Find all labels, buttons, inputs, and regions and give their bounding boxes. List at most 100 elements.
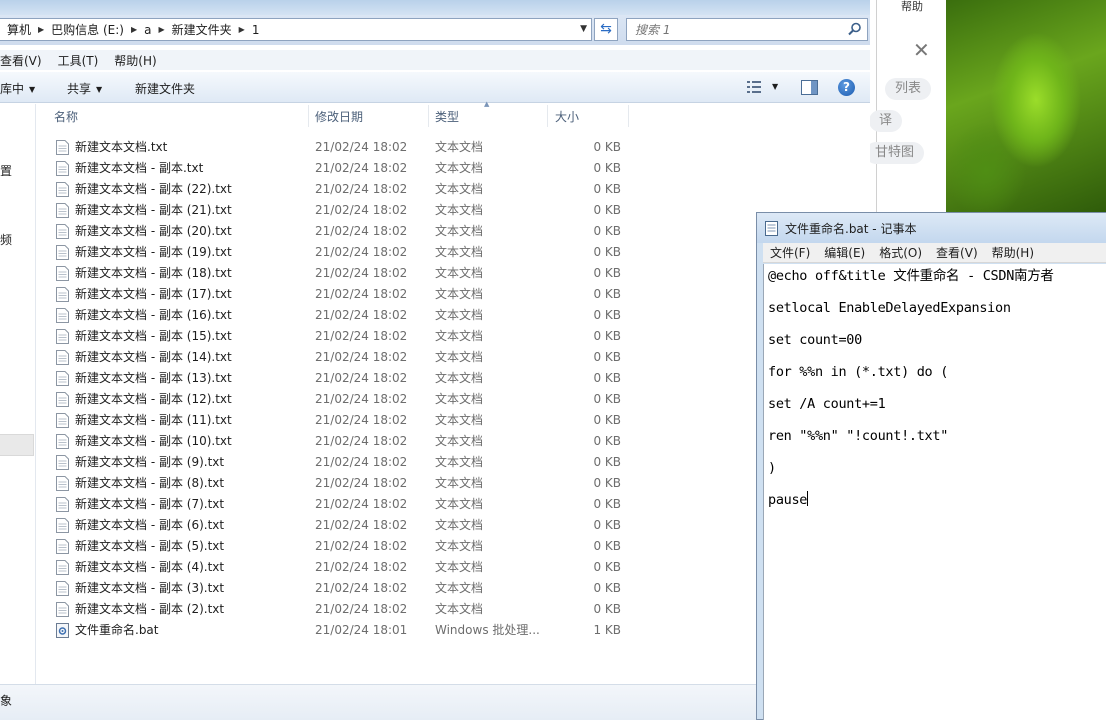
- file-row[interactable]: 新建文本文档 - 副本 (4).txt 21/02/24 18:02 文本文档 0 K…: [54, 557, 654, 578]
- np-menu-format[interactable]: 格式(O): [872, 244, 929, 261]
- np-menu-help[interactable]: 帮助(H): [985, 244, 1041, 261]
- file-type: 文本文档: [435, 287, 484, 301]
- file-row[interactable]: 文件重命名.bat 21/02/24 18:01 Windows 批处理... 1 K…: [54, 620, 654, 641]
- refresh-button[interactable]: ⇆: [594, 18, 618, 41]
- file-date: 21/02/24 18:02: [315, 350, 408, 364]
- file-type: 文本文档: [435, 245, 484, 259]
- menu-tools[interactable]: 工具(T): [50, 52, 107, 69]
- breadcrumb-arrow-icon[interactable]: ▶: [237, 25, 247, 34]
- file-row[interactable]: 新建文本文档 - 副本 (6).txt 21/02/24 18:02 文本文档 0 K…: [54, 515, 654, 536]
- file-row[interactable]: 新建文本文档 - 副本 (17).txt 21/02/24 18:02 文本文档 0 …: [54, 284, 654, 305]
- file-size: 0 KB: [593, 245, 621, 259]
- view-options-icon[interactable]: [747, 80, 763, 94]
- breadcrumb-computer[interactable]: 算机: [2, 21, 36, 38]
- background-help-menu[interactable]: 帮助: [901, 0, 923, 14]
- np-menu-edit[interactable]: 编辑(E): [817, 244, 872, 261]
- file-row[interactable]: 新建文本文档 - 副本 (15).txt 21/02/24 18:02 文本文档 0 …: [54, 326, 654, 347]
- column-header-name[interactable]: 名称: [54, 104, 78, 130]
- file-date: 21/02/24 18:02: [315, 224, 408, 238]
- breadcrumb-folder-a[interactable]: a: [139, 23, 156, 37]
- file-row[interactable]: 新建文本文档 - 副本 (20).txt 21/02/24 18:02 文本文档 0 …: [54, 221, 654, 242]
- file-row[interactable]: 新建文本文档 - 副本 (7).txt 21/02/24 18:02 文本文档 0 K…: [54, 494, 654, 515]
- search-icon[interactable]: [848, 22, 862, 36]
- address-bar[interactable]: 算机 ▶ 巴购信息 (E:) ▶ a ▶ 新建文件夹 ▶ 1 ▼: [0, 18, 592, 41]
- breadcrumb-arrow-icon[interactable]: ▶: [36, 25, 46, 34]
- file-row[interactable]: 新建文本文档 - 副本 (10).txt 21/02/24 18:02 文本文档 0 …: [54, 431, 654, 452]
- text-file-icon: [56, 182, 69, 197]
- code-line-text: set count=00: [768, 332, 862, 348]
- text-file-icon: [56, 560, 69, 575]
- file-row[interactable]: 新建文本文档 - 副本 (22).txt 21/02/24 18:02 文本文档 0 …: [54, 179, 654, 200]
- file-name: 新建文本文档 - 副本 (8).txt: [75, 476, 225, 490]
- file-name: 新建文本文档 - 副本 (16).txt: [75, 308, 232, 322]
- file-row[interactable]: 新建文本文档 - 副本 (19).txt 21/02/24 18:02 文本文档 0 …: [54, 242, 654, 263]
- text-file-icon: [56, 434, 69, 449]
- include-in-library-button[interactable]: 库中 ▼: [0, 80, 35, 97]
- file-name: 新建文本文档 - 副本 (10).txt: [75, 434, 232, 448]
- code-line: setlocal EnableDelayedExpansion: [768, 297, 1106, 329]
- code-line: for %%n in (*.txt) do (: [768, 361, 1106, 393]
- code-line-text: ): [768, 460, 776, 476]
- breadcrumb-drive[interactable]: 巴购信息 (E:): [46, 21, 129, 38]
- code-line-text: for %%n in (*.txt) do (: [768, 364, 949, 380]
- gantt-chart-button[interactable]: 甘特图: [865, 142, 925, 164]
- file-row[interactable]: 新建文本文档 - 副本 (12).txt 21/02/24 18:02 文本文档 0 …: [54, 389, 654, 410]
- file-row[interactable]: 新建文本文档 - 副本 (13).txt 21/02/24 18:02 文本文档 0 …: [54, 368, 654, 389]
- nav-item-fragment[interactable]: 频: [0, 231, 12, 248]
- breadcrumb-arrow-icon[interactable]: ▶: [129, 25, 139, 34]
- file-type: 文本文档: [435, 413, 484, 427]
- breadcrumb-new-folder[interactable]: 新建文件夹: [167, 21, 237, 38]
- file-type: 文本文档: [435, 371, 484, 385]
- file-row[interactable]: 新建文本文档 - 副本 (2).txt 21/02/24 18:02 文本文档 0 K…: [54, 599, 654, 620]
- column-header-size[interactable]: 大小: [555, 104, 579, 130]
- help-icon[interactable]: ?: [838, 79, 855, 96]
- close-icon[interactable]: ✕: [913, 38, 930, 62]
- file-row[interactable]: 新建文本文档 - 副本.txt 21/02/24 18:02 文本文档 0 KB: [54, 158, 654, 179]
- file-row[interactable]: 新建文本文档 - 副本 (3).txt 21/02/24 18:02 文本文档 0 K…: [54, 578, 654, 599]
- file-name: 新建文本文档 - 副本 (19).txt: [75, 245, 232, 259]
- file-row[interactable]: 新建文本文档 - 副本 (5).txt 21/02/24 18:02 文本文档 0 K…: [54, 536, 654, 557]
- column-header-type[interactable]: 类型: [435, 104, 459, 130]
- file-row[interactable]: 新建文本文档 - 副本 (21).txt 21/02/24 18:02 文本文档 0 …: [54, 200, 654, 221]
- menu-view[interactable]: 查看(V): [0, 52, 50, 69]
- np-menu-view[interactable]: 查看(V): [929, 244, 985, 261]
- new-folder-button[interactable]: 新建文件夹: [135, 80, 195, 97]
- share-button[interactable]: 共享 ▼: [67, 80, 102, 97]
- menu-help[interactable]: 帮助(H): [106, 52, 164, 69]
- nav-selected-item[interactable]: [0, 434, 34, 456]
- file-date: 21/02/24 18:02: [315, 581, 408, 595]
- column-divider[interactable]: [308, 105, 309, 127]
- column-divider[interactable]: [547, 105, 548, 127]
- view-dropdown-icon[interactable]: ▼: [772, 82, 778, 91]
- search-input[interactable]: [635, 21, 835, 38]
- preview-pane-icon[interactable]: [801, 80, 818, 95]
- file-type: 文本文档: [435, 308, 484, 322]
- search-box[interactable]: [626, 18, 868, 41]
- file-date: 21/02/24 18:02: [315, 602, 408, 616]
- address-dropdown-icon[interactable]: ▼: [580, 24, 587, 34]
- list-view-button[interactable]: 列表: [885, 78, 932, 100]
- file-row[interactable]: 新建文本文档.txt 21/02/24 18:02 文本文档 0 KB: [54, 137, 654, 158]
- np-menu-file[interactable]: 文件(F): [763, 244, 817, 261]
- file-size: 0 KB: [593, 182, 621, 196]
- navigation-pane: 置 频: [0, 104, 36, 684]
- column-divider[interactable]: [628, 105, 629, 127]
- breadcrumb-arrow-icon[interactable]: ▶: [157, 25, 167, 34]
- translate-button[interactable]: 译: [869, 110, 903, 132]
- desktop-wallpaper: [946, 0, 1106, 212]
- code-line: set count=00: [768, 329, 1106, 361]
- notepad-titlebar[interactable]: 文件重命名.bat - 记事本: [757, 213, 1106, 243]
- text-file-icon: [56, 308, 69, 323]
- file-row[interactable]: 新建文本文档 - 副本 (18).txt 21/02/24 18:02 文本文档 0 …: [54, 263, 654, 284]
- breadcrumb-folder-1[interactable]: 1: [247, 23, 265, 37]
- column-divider[interactable]: [428, 105, 429, 127]
- file-row[interactable]: 新建文本文档 - 副本 (16).txt 21/02/24 18:02 文本文档 0 …: [54, 305, 654, 326]
- nav-item-fragment[interactable]: 置: [0, 162, 12, 179]
- file-row[interactable]: 新建文本文档 - 副本 (9).txt 21/02/24 18:02 文本文档 0 K…: [54, 452, 654, 473]
- text-file-icon: [56, 371, 69, 386]
- column-header-date[interactable]: 修改日期: [315, 104, 363, 130]
- file-row[interactable]: 新建文本文档 - 副本 (11).txt 21/02/24 18:02 文本文档 0 …: [54, 410, 654, 431]
- notepad-editor[interactable]: @echo off&title 文件重命名 - CSDN南方者 setlocal …: [763, 264, 1106, 720]
- file-row[interactable]: 新建文本文档 - 副本 (8).txt 21/02/24 18:02 文本文档 0 K…: [54, 473, 654, 494]
- file-row[interactable]: 新建文本文档 - 副本 (14).txt 21/02/24 18:02 文本文档 0 …: [54, 347, 654, 368]
